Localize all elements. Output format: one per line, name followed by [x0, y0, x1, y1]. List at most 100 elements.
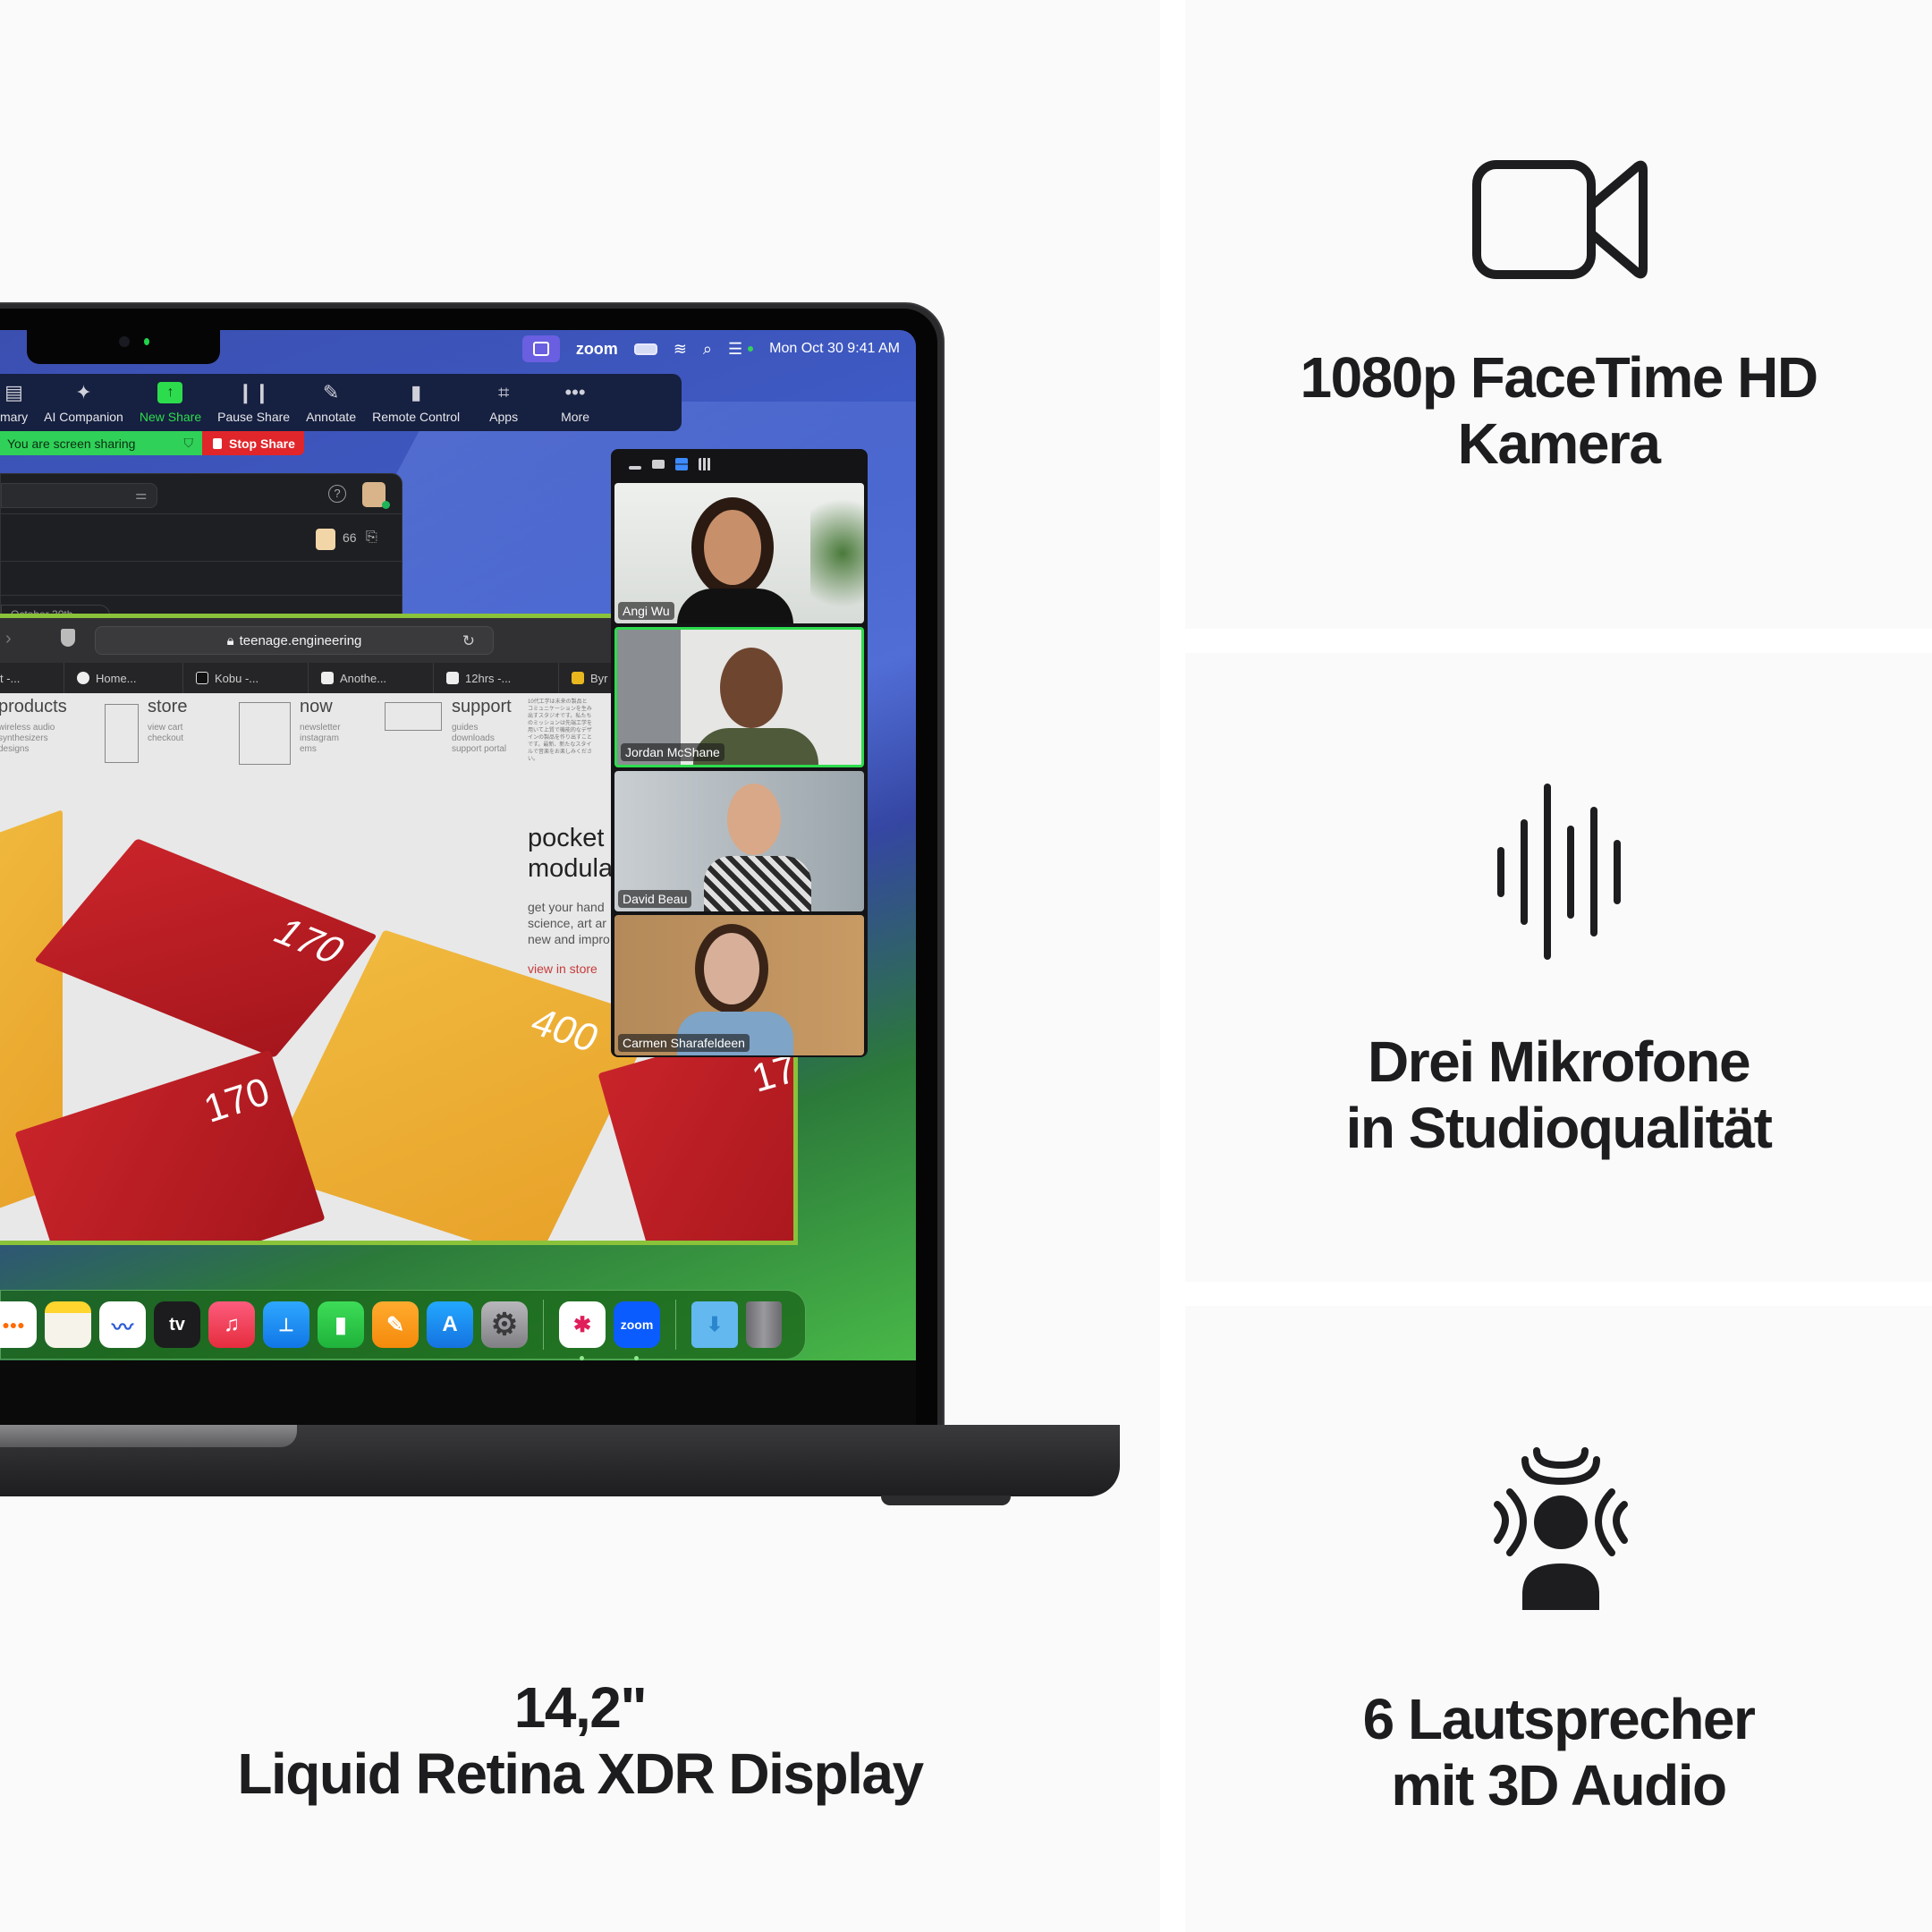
search-field[interactable] [1, 483, 157, 508]
nav-link[interactable]: newsletter [300, 723, 341, 733]
nav-heading[interactable]: support [452, 697, 512, 717]
toolbar-pause-share[interactable]: ❙❙ Pause Share [209, 374, 298, 431]
reminders-icon[interactable]: ●●● [0, 1301, 37, 1348]
product-image-red-module: 170 [34, 838, 377, 1058]
trash-icon[interactable] [746, 1301, 782, 1348]
nav-link[interactable]: wireless audio [0, 723, 67, 733]
reload-icon[interactable]: ↻ [462, 632, 475, 650]
tab-title: Kobu -... [215, 671, 259, 685]
contributor-avatar [316, 529, 335, 550]
display-feature-title: 14,2" Liquid Retina XDR Display [237, 1675, 924, 1806]
tab-favicon [572, 672, 584, 684]
single-view-icon[interactable] [652, 460, 665, 469]
nav-support[interactable]: support guides downloads support portal [452, 697, 512, 755]
filter-sliders-icon[interactable]: ⚌ [135, 487, 147, 503]
stacked-view-icon[interactable] [675, 458, 688, 470]
display-feature-panel: zoom ≋ ⌕ ☰ Mon Oct 30 9:41 AM ▤ mary ✦ A… [0, 0, 1160, 1932]
spatial-audio-person-icon [1494, 1447, 1628, 1610]
toolbar-summary[interactable]: ▤ mary [0, 374, 36, 431]
nav-link[interactable]: guides [452, 723, 512, 733]
background-app-window[interactable]: ⚌ ? 66 ⎘ October 30th [0, 473, 402, 623]
music-icon[interactable]: ♫ [208, 1301, 255, 1348]
pages-icon[interactable]: ✎ [372, 1301, 419, 1348]
nav-link[interactable]: instagram [300, 733, 341, 744]
toolbar-ai-companion[interactable]: ✦ AI Companion [36, 374, 131, 431]
numbers-icon[interactable]: ▮ [318, 1301, 364, 1348]
app-store-icon[interactable]: A [427, 1301, 473, 1348]
forward-chevron-icon[interactable]: › [5, 629, 12, 649]
gallery-view-icon[interactable] [699, 458, 711, 470]
nav-store[interactable]: store view cart checkout [148, 697, 187, 744]
battery-icon[interactable] [633, 343, 657, 355]
control-center-icon[interactable]: ☰ [728, 340, 742, 359]
minimize-icon[interactable] [629, 466, 641, 470]
toolbar-label: AI Companion [44, 410, 123, 424]
menubar-app-name[interactable]: zoom [576, 340, 618, 359]
nav-link[interactable]: downloads [452, 733, 512, 744]
participant-face [704, 933, 759, 1004]
store-illustration [105, 704, 139, 763]
help-icon[interactable]: ? [328, 485, 346, 503]
toolbar-annotate[interactable]: ✎ Annotate [298, 374, 364, 431]
participant-name: Jordan McShane [621, 743, 724, 761]
nav-link[interactable]: designs [0, 744, 67, 755]
nav-heading[interactable]: store [148, 697, 187, 717]
browser-tab[interactable]: 12hrs -... [434, 663, 559, 693]
browser-tab[interactable]: t -... [0, 663, 64, 693]
microphones-feature-title: Drei Mikrofone in Studioqualität [1345, 1030, 1773, 1160]
nav-heading[interactable]: products [0, 697, 67, 717]
nav-products[interactable]: products wireless audio synthesizers desig… [0, 697, 67, 755]
slack-icon[interactable]: ✱ [559, 1301, 606, 1360]
summary-icon: ▤ [4, 381, 23, 403]
nav-link[interactable]: view cart [148, 723, 187, 733]
menubar-clock[interactable]: Mon Oct 30 9:41 AM [769, 341, 900, 357]
zoom-icon[interactable]: zoom [614, 1301, 660, 1360]
add-note-icon[interactable]: ⎘ [366, 530, 377, 546]
privacy-shield-icon[interactable] [61, 629, 75, 647]
wifi-icon[interactable]: ≋ [674, 340, 687, 359]
participant-video[interactable]: Angi Wu [614, 483, 864, 623]
apps-icon: ⌗ [497, 381, 510, 403]
browser-tab[interactable]: Kobu -... [183, 663, 309, 693]
tab-title: Byr [590, 671, 608, 685]
toolbar-new-share[interactable]: ↑ New Share [131, 374, 209, 431]
settings-gear-icon[interactable]: ⚙ [481, 1301, 528, 1348]
participant-video[interactable]: Carmen Sharafeldeen [614, 915, 864, 1055]
search-icon[interactable]: ⌕ [703, 340, 712, 359]
participant-name: David Beau [618, 890, 692, 908]
nav-now[interactable]: now newsletter instagram ems [300, 697, 341, 755]
nav-link[interactable]: checkout [148, 733, 187, 744]
nav-link[interactable]: synthesizers [0, 733, 67, 744]
participant-video[interactable]: David Beau [614, 771, 864, 911]
toolbar-more[interactable]: ••• More [539, 374, 611, 431]
participant-video-speaking[interactable]: Jordan McShane [614, 627, 864, 767]
apple-tv-icon[interactable]: tv [154, 1301, 200, 1348]
zoom-glyph: zoom [620, 1318, 654, 1332]
downloads-folder-icon[interactable]: ⬇ [691, 1301, 738, 1348]
item-count: 66 [343, 530, 357, 545]
divider [1, 561, 402, 562]
browser-tab[interactable]: Home... [64, 663, 183, 693]
participant-name: Carmen Sharafeldeen [618, 1034, 750, 1052]
toolbar-label: Remote Control [372, 410, 461, 424]
stop-share-button[interactable]: Stop Share [202, 431, 304, 455]
browser-tab[interactable]: Anothe... [309, 663, 434, 693]
address-bar[interactable]: 🔒︎ teenage.engineering ↻ [95, 626, 494, 655]
toolbar-apps[interactable]: ⌗ Apps [468, 374, 539, 431]
freeform-icon[interactable]: 〰 [99, 1301, 146, 1348]
zoom-share-toolbar: ▤ mary ✦ AI Companion ↑ New Share ❙❙ Pau… [0, 374, 682, 431]
nav-heading[interactable]: now [300, 697, 341, 717]
nav-link[interactable]: support portal [452, 744, 512, 755]
mouse-icon: ▮ [411, 381, 422, 403]
nav-link[interactable]: ems [300, 744, 341, 755]
zoom-share-status-icon[interactable] [521, 335, 560, 362]
view-in-store-link[interactable]: view in store [528, 962, 597, 976]
toolbar-remote-control[interactable]: ▮ Remote Control [364, 374, 468, 431]
sharing-status-text: You are screen sharing [7, 436, 136, 451]
notes-icon[interactable] [45, 1301, 91, 1348]
dock-separator [675, 1300, 676, 1350]
keynote-icon[interactable]: ⊥ [263, 1301, 309, 1348]
waveform-icon [1497, 784, 1621, 960]
now-illustration [239, 702, 291, 765]
toolbar-label: New Share [139, 410, 202, 424]
